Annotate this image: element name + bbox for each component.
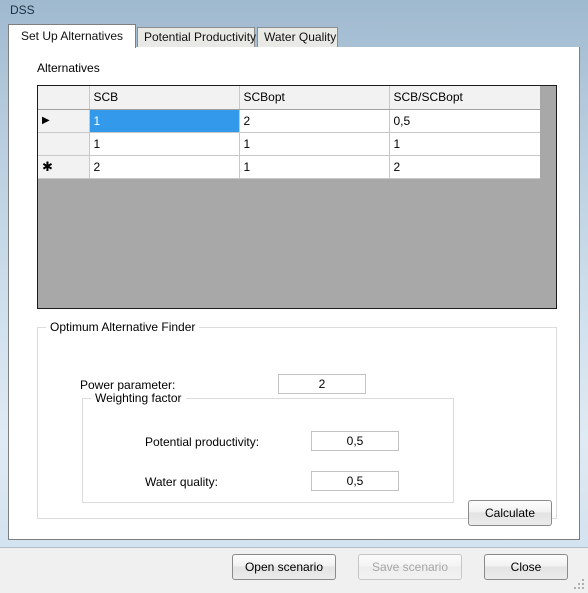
cell-scb-scbopt[interactable]: 1 bbox=[389, 132, 542, 156]
tab-set-up-alternatives[interactable]: Set Up Alternatives bbox=[8, 24, 136, 48]
close-button[interactable]: Close bbox=[484, 554, 568, 580]
open-scenario-button[interactable]: Open scenario bbox=[232, 554, 336, 580]
power-parameter-label: Power parameter: bbox=[80, 378, 176, 392]
cell-scbopt[interactable]: 1 bbox=[239, 155, 390, 179]
table-row-new[interactable]: ✱ 2 1 2 bbox=[38, 155, 542, 179]
power-parameter-input[interactable]: 2 bbox=[278, 374, 366, 394]
cell-scb[interactable]: 2 bbox=[89, 155, 240, 179]
table-header-row: SCB SCBopt SCB/SCBopt bbox=[38, 86, 542, 110]
title-bar: DSS bbox=[0, 0, 588, 22]
tab-content-panel: Alternatives SCB SCBopt SCB/SCBopt ▶ 1 2… bbox=[8, 47, 580, 540]
water-quality-input[interactable]: 0,5 bbox=[311, 471, 399, 491]
grid-scroll-strip[interactable] bbox=[540, 86, 556, 308]
tab-label: Water Quality bbox=[264, 30, 337, 44]
dss-window: DSS Set Up Alternatives Potential Produc… bbox=[0, 0, 588, 593]
tab-potential-productivity[interactable]: Potential Productivity bbox=[137, 27, 257, 47]
column-header-scbopt[interactable]: SCBopt bbox=[239, 86, 390, 110]
tab-label: Set Up Alternatives bbox=[20, 29, 124, 43]
cell-scb-scbopt[interactable]: 2 bbox=[389, 155, 542, 179]
cell-scb[interactable]: 1 bbox=[89, 132, 240, 156]
water-quality-label: Water quality: bbox=[145, 475, 218, 489]
row-selector-current[interactable]: ▶ bbox=[38, 109, 90, 133]
column-header-rowselector[interactable] bbox=[38, 86, 90, 110]
column-header-scb-scbopt[interactable]: SCB/SCBopt bbox=[389, 86, 542, 110]
calculate-button[interactable]: Calculate bbox=[468, 500, 552, 526]
group-title: Weighting factor bbox=[91, 391, 186, 405]
cell-scbopt[interactable]: 1 bbox=[239, 132, 390, 156]
resize-grip-icon[interactable] bbox=[573, 578, 585, 590]
table-row[interactable]: 1 1 1 bbox=[38, 132, 542, 156]
column-header-scb[interactable]: SCB bbox=[89, 86, 240, 110]
alternatives-table: SCB SCBopt SCB/SCBopt ▶ 1 2 0,5 1 1 1 ✱ … bbox=[38, 86, 542, 179]
current-row-arrow-icon: ▶ bbox=[42, 114, 50, 126]
weighting-factor-group: Weighting factor Potential productivity:… bbox=[82, 391, 454, 503]
cell-scbopt[interactable]: 2 bbox=[239, 109, 390, 133]
row-selector[interactable] bbox=[38, 132, 90, 156]
new-row-asterisk-icon: ✱ bbox=[42, 158, 53, 174]
potential-productivity-input[interactable]: 0,5 bbox=[311, 431, 399, 451]
cell-scb-scbopt[interactable]: 0,5 bbox=[389, 109, 542, 133]
table-row[interactable]: ▶ 1 2 0,5 bbox=[38, 109, 542, 133]
tab-strip: Set Up Alternatives Potential Productivi… bbox=[8, 24, 580, 48]
alternatives-data-grid[interactable]: SCB SCBopt SCB/SCBopt ▶ 1 2 0,5 1 1 1 ✱ … bbox=[37, 85, 557, 309]
window-title: DSS bbox=[10, 3, 35, 17]
save-scenario-button: Save scenario bbox=[358, 554, 462, 580]
potential-productivity-label: Potential productivity: bbox=[145, 435, 260, 449]
tab-water-quality[interactable]: Water Quality bbox=[257, 27, 338, 47]
cell-scb[interactable]: 1 bbox=[89, 109, 240, 133]
tab-label: Potential Productivity bbox=[144, 30, 257, 44]
bottom-button-bar: Open scenario Save scenario Close bbox=[0, 548, 588, 593]
row-selector-new[interactable]: ✱ bbox=[38, 155, 90, 179]
group-title: Optimum Alternative Finder bbox=[46, 320, 200, 334]
optimum-alternative-finder-group: Optimum Alternative Finder Power paramet… bbox=[37, 320, 557, 526]
alternatives-label: Alternatives bbox=[37, 61, 100, 75]
